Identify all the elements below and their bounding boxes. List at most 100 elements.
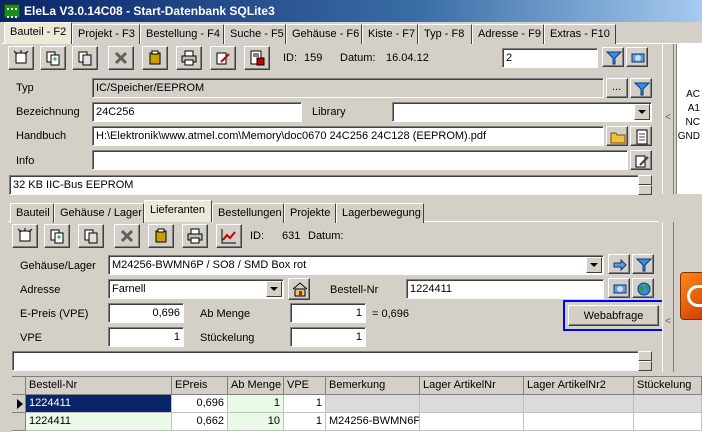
print-supplier-button[interactable] (182, 224, 208, 248)
side-panel-toggle[interactable]: < (662, 44, 674, 194)
column-header[interactable]: Lager ArtikelNr2 (524, 377, 634, 395)
delete-button[interactable] (108, 46, 134, 70)
table-cell[interactable] (634, 395, 702, 413)
grid-corner (12, 377, 26, 395)
column-header[interactable]: Stückelung (634, 377, 702, 395)
column-header[interactable]: Bestell-Nr (26, 377, 172, 395)
table-cell[interactable] (524, 395, 634, 413)
library-select[interactable] (392, 102, 652, 122)
table-cell[interactable] (420, 395, 524, 413)
adresse-home-button[interactable] (288, 278, 310, 300)
typ-browse-button[interactable]: ... (606, 78, 628, 98)
tab-adresse[interactable]: Adresse - F9 (472, 24, 544, 44)
subtab-bauteil[interactable]: Bauteil (10, 203, 54, 223)
delete-supplier-button[interactable] (114, 224, 140, 248)
library-dropdown-button[interactable] (634, 104, 650, 120)
supplier-note-field[interactable] (12, 351, 640, 371)
open-folder-button[interactable] (606, 126, 628, 146)
new-part-button[interactable] (8, 46, 34, 70)
price-result: = 0,696 (372, 308, 410, 320)
description-field[interactable]: 32 KB IIC-Bus EEPROM (9, 175, 639, 195)
bestellnr-label: Bestell-Nr (330, 284, 379, 296)
price-chart-button[interactable] (216, 224, 242, 248)
search-web-button[interactable] (626, 47, 648, 67)
new-supplier-button[interactable] (12, 224, 38, 248)
duplicate-supplier-button[interactable] (78, 224, 104, 248)
table-cell[interactable]: M24256-BWMN6P (326, 413, 420, 431)
table-cell[interactable]: 1224411 (26, 413, 172, 431)
bestellnr-web-button[interactable] (608, 278, 630, 298)
edit-button[interactable] (210, 46, 236, 70)
vpe-input[interactable]: 1 (108, 327, 184, 347)
bestellnr-globe-button[interactable] (632, 278, 654, 298)
info-edit-button[interactable] (630, 150, 652, 170)
tab-kiste[interactable]: Kiste - F7 (362, 24, 418, 44)
row-indicator[interactable] (12, 413, 26, 431)
table-cell[interactable]: 1 (284, 413, 326, 431)
duplicate-button[interactable] (72, 46, 98, 70)
gehaeuse-jump-button[interactable] (608, 254, 630, 274)
table-cell[interactable]: 1 (228, 395, 284, 413)
column-header[interactable]: Lager ArtikelNr (420, 377, 524, 395)
lower-panel-toggle[interactable]: < (662, 222, 674, 372)
open-document-button[interactable] (630, 126, 652, 146)
table-cell[interactable]: 1 (284, 395, 326, 413)
filter-button[interactable] (602, 47, 624, 67)
abmenge-input[interactable]: 1 (290, 303, 366, 323)
print-button[interactable] (176, 46, 202, 70)
tab-projekt[interactable]: Projekt - F3 (72, 24, 140, 44)
typ-field[interactable]: IC/Speicher/EEPROM (92, 78, 604, 98)
table-cell[interactable]: 1224411 (26, 395, 172, 413)
tab-gehaeuse[interactable]: Gehäuse - F6 (286, 24, 362, 44)
stueckelung-input[interactable]: 1 (290, 327, 366, 347)
info-input[interactable] (92, 150, 628, 170)
note-scroll-down[interactable] (638, 361, 652, 371)
count-input[interactable]: 2 (502, 48, 598, 68)
gehaeuse-lager-select[interactable]: M24256-BWMN6P / SO8 / SMD Box rot (108, 255, 604, 275)
column-header[interactable]: Bemerkung (326, 377, 420, 395)
webabfrage-button[interactable]: Webabfrage (568, 305, 659, 326)
note-scroll-up[interactable] (638, 351, 652, 361)
handbuch-input[interactable]: H:\Elektronik\www.atmel.com\Memory\doc06… (92, 126, 604, 146)
column-header[interactable]: EPreis (172, 377, 228, 395)
table-cell[interactable] (326, 395, 420, 413)
description-scroll-up[interactable] (638, 175, 652, 185)
document-icon (636, 129, 648, 145)
table-cell[interactable] (634, 413, 702, 431)
column-header[interactable]: Ab Menge (228, 377, 284, 395)
tab-bestellung[interactable]: Bestellung - F4 (140, 24, 224, 44)
subtab-gehaeuse-lager[interactable]: Gehäuse / Lager (54, 203, 144, 223)
row-indicator[interactable] (12, 395, 26, 413)
table-cell[interactable] (420, 413, 524, 431)
adresse-select[interactable]: Farnell (108, 279, 284, 299)
epreis-input[interactable]: 0,696 (108, 303, 184, 323)
archive-button[interactable] (142, 46, 168, 70)
subtab-lieferanten[interactable]: Lieferanten (144, 200, 212, 222)
archive-supplier-button[interactable] (148, 224, 174, 248)
tab-extras[interactable]: Extras - F10 (544, 24, 616, 44)
table-cell[interactable]: 0,662 (172, 413, 228, 431)
subtab-projekte[interactable]: Projekte (284, 203, 336, 223)
gehaeuse-lager-dropdown-button[interactable] (586, 257, 602, 273)
table-cell[interactable] (524, 413, 634, 431)
column-header[interactable]: VPE (284, 377, 326, 395)
table-cell[interactable]: 0,696 (172, 395, 228, 413)
adresse-dropdown-button[interactable] (266, 281, 282, 297)
typ-filter-button[interactable] (630, 78, 652, 98)
archive-icon (149, 50, 161, 65)
description-scroll-down[interactable] (638, 185, 652, 195)
tab-suche[interactable]: Suche - F5 (224, 24, 286, 44)
bestellnr-input[interactable]: 1224411 (406, 279, 604, 299)
tab-bauteil[interactable]: Bauteil - F2 (4, 22, 72, 44)
copy-part-button[interactable] (40, 46, 66, 70)
bezeichnung-input[interactable]: 24C256 (92, 102, 302, 122)
report-button[interactable] (244, 46, 270, 70)
tab-typ[interactable]: Typ - F8 (418, 24, 472, 44)
gehaeuse-lager-label: Gehäuse/Lager (20, 260, 96, 272)
table-cell[interactable]: 10 (228, 413, 284, 431)
report-icon (250, 50, 265, 66)
gehaeuse-filter-button[interactable] (632, 254, 654, 274)
subtab-bestellungen[interactable]: Bestellungen (212, 203, 284, 223)
copy-supplier-button[interactable] (44, 224, 70, 248)
subtab-lagerbewegung[interactable]: Lagerbewegung (336, 203, 424, 223)
